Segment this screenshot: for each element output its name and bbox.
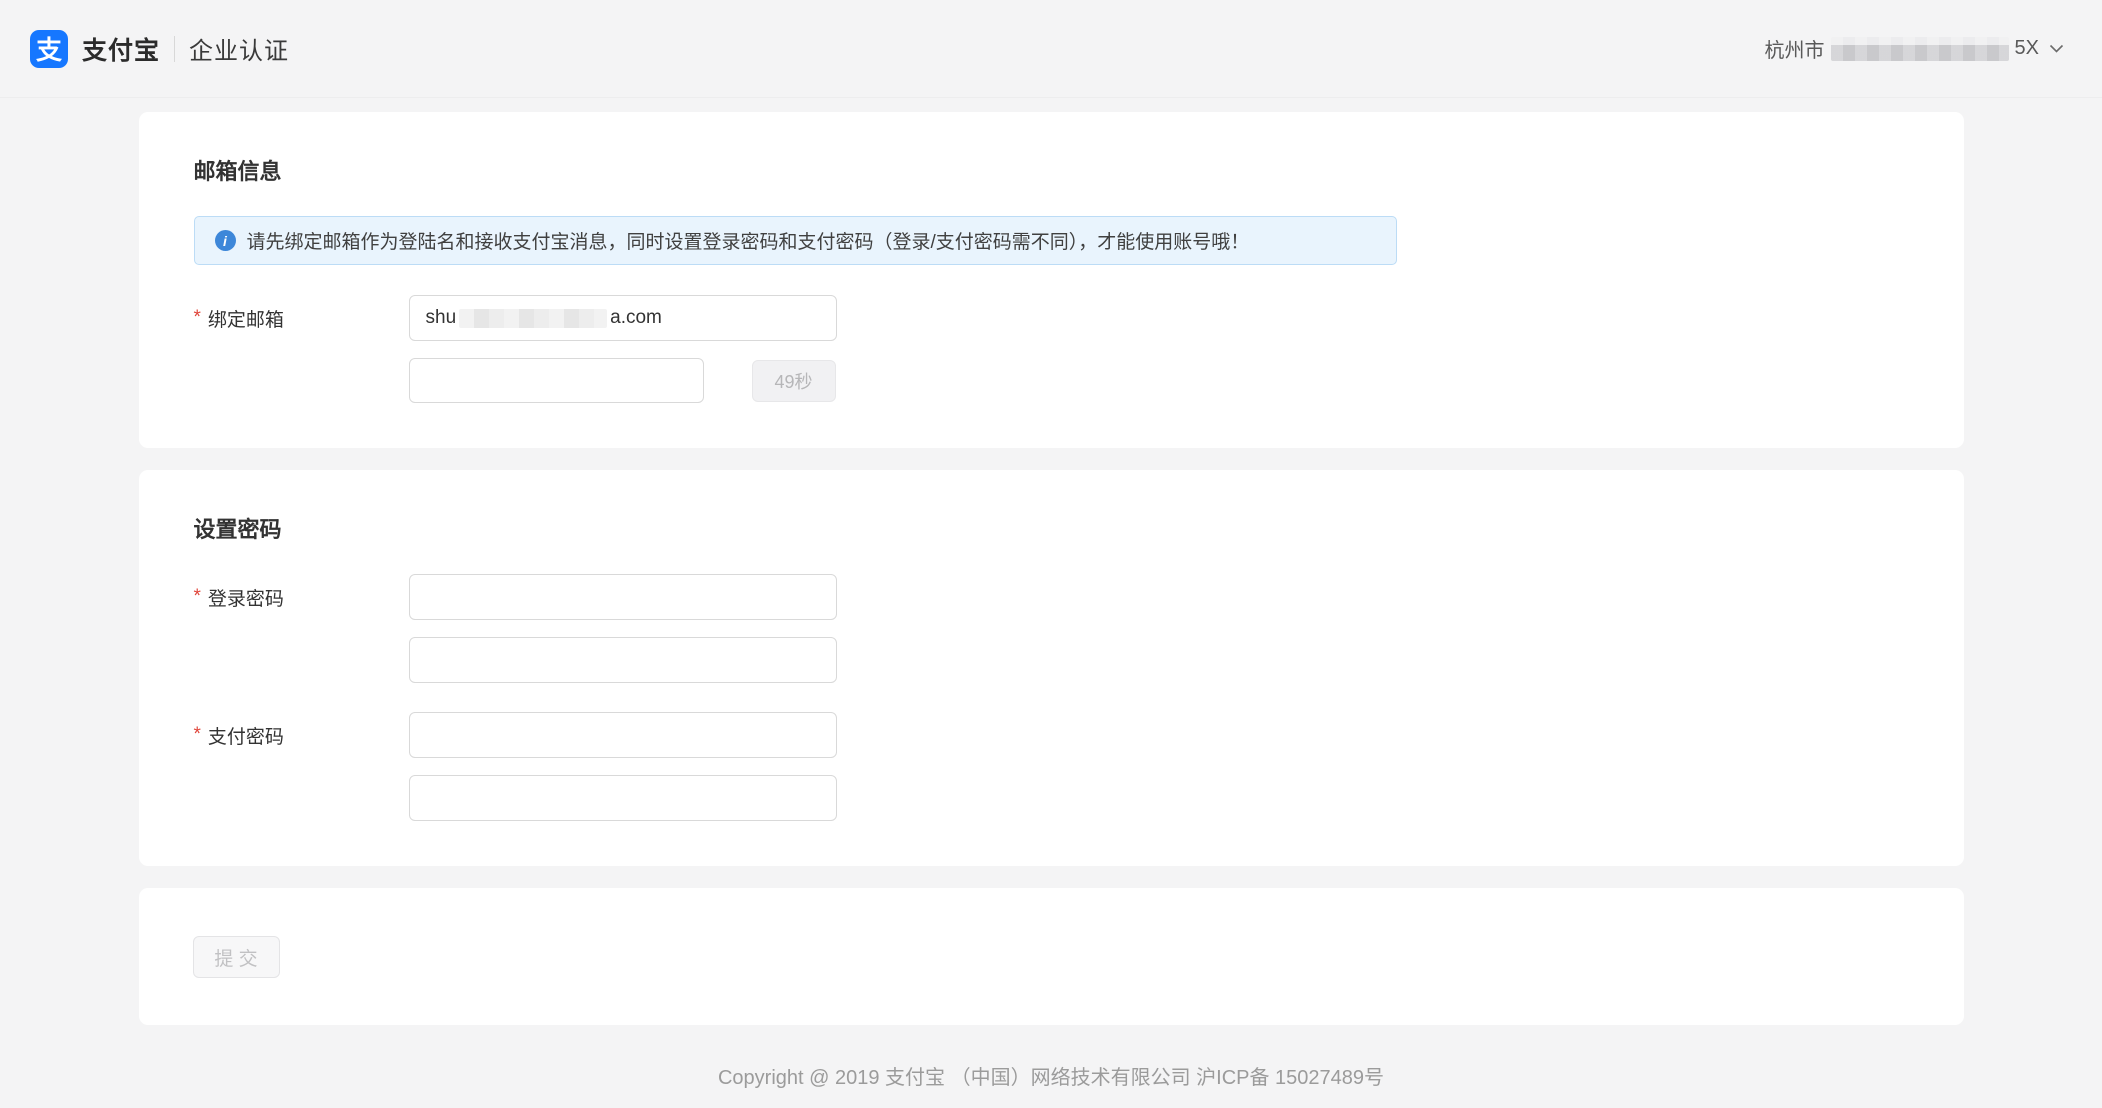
login-password-label: * 登录密码 <box>194 584 409 611</box>
masked-company-name <box>1831 37 2009 61</box>
account-city-prefix: 杭州市 <box>1765 34 1825 63</box>
info-icon: i <box>215 230 236 251</box>
pay-password-confirm-input[interactable] <box>409 775 837 821</box>
password-card-title: 设置密码 <box>194 512 1909 544</box>
alipay-brand[interactable]: 支 支付宝 企业认证 <box>30 30 289 68</box>
login-password-label-text: 登录密码 <box>208 584 284 611</box>
required-mark: * <box>194 307 201 329</box>
required-mark: * <box>194 586 201 608</box>
main-content: 邮箱信息 i 请先绑定邮箱作为登陆名和接收支付宝消息，同时设置登录密码和支付密码… <box>139 112 1964 1090</box>
info-banner: i 请先绑定邮箱作为登陆名和接收支付宝消息，同时设置登录密码和支付密码（登录/支… <box>194 216 1397 265</box>
header-divider <box>174 36 175 62</box>
email-value-suffix: a.com <box>610 307 662 329</box>
footer-copyright: Copyright @ 2019 支付宝 （中国）网络技术有限公司 沪ICP备 … <box>139 1061 1964 1090</box>
page-title: 企业认证 <box>189 31 289 66</box>
email-card-title: 邮箱信息 <box>194 154 1909 186</box>
submit-button[interactable]: 提 交 <box>193 936 280 978</box>
bound-email-input[interactable]: shu a.com <box>409 295 837 341</box>
bind-email-label: * 绑定邮箱 <box>194 305 409 332</box>
pay-password-input[interactable] <box>409 712 837 758</box>
countdown-button[interactable]: 49秒 <box>752 360 836 402</box>
set-password-card: 设置密码 * 登录密码 * 支付密码 <box>139 470 1964 866</box>
bind-email-row: * 绑定邮箱 shu a.com <box>194 295 1909 341</box>
submit-card: 提 交 <box>139 888 1964 1025</box>
login-password-row: * 登录密码 <box>194 574 1909 620</box>
login-password-confirm-row <box>194 637 1909 683</box>
chevron-down-icon <box>2049 44 2064 54</box>
pay-password-label-text: 支付密码 <box>208 722 284 749</box>
info-banner-text: 请先绑定邮箱作为登陆名和接收支付宝消息，同时设置登录密码和支付密码（登录/支付密… <box>247 227 1250 254</box>
brand-name: 支付宝 <box>82 31 160 67</box>
bind-email-label-text: 绑定邮箱 <box>208 305 284 332</box>
login-password-confirm-input[interactable] <box>409 637 837 683</box>
required-mark: * <box>194 724 201 746</box>
info-icon-glyph: i <box>223 233 227 249</box>
pay-password-row: * 支付密码 <box>194 712 1909 758</box>
top-header: 支 支付宝 企业认证 杭州市 5X <box>0 0 2102 98</box>
account-suffix: 5X <box>2015 37 2039 60</box>
email-value-prefix: shu <box>426 307 457 329</box>
masked-email-segment <box>459 309 607 328</box>
alipay-logo-glyph: 支 <box>36 30 62 67</box>
pay-password-confirm-row <box>194 775 1909 821</box>
login-password-input[interactable] <box>409 574 837 620</box>
verification-code-row: 49秒 <box>194 358 1909 403</box>
alipay-logo-icon: 支 <box>30 30 68 68</box>
account-dropdown[interactable]: 杭州市 5X <box>1765 34 2064 63</box>
verification-code-input[interactable] <box>409 358 704 403</box>
pay-password-label: * 支付密码 <box>194 722 409 749</box>
email-info-card: 邮箱信息 i 请先绑定邮箱作为登陆名和接收支付宝消息，同时设置登录密码和支付密码… <box>139 112 1964 448</box>
